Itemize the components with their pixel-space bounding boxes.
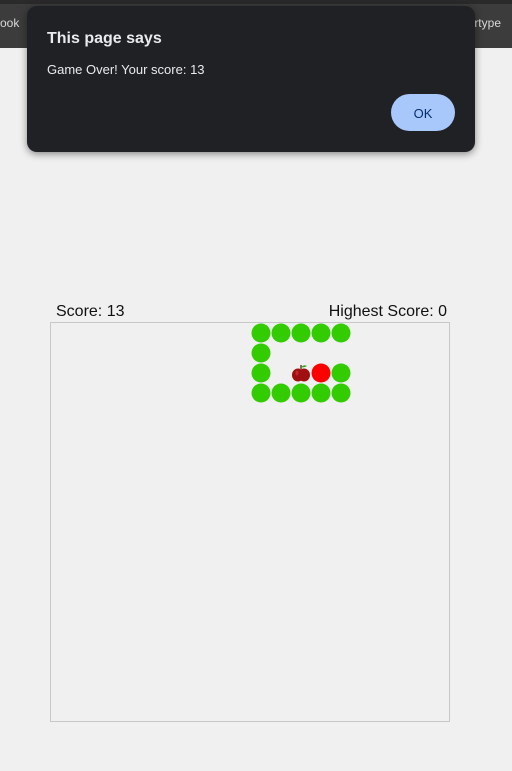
game-board[interactable] [50, 322, 450, 722]
snake-segment [251, 383, 271, 403]
snake-segment [311, 383, 331, 403]
snake-segment [291, 383, 311, 403]
dialog-message: Game Over! Your score: 13 [47, 62, 205, 77]
snake-segment [331, 363, 351, 383]
snake-segment [291, 323, 311, 343]
dialog-title: This page says [47, 30, 162, 47]
snake-segment [271, 383, 291, 403]
snake-head [311, 363, 331, 383]
highest-score-label: Highest Score: 0 [328, 303, 447, 320]
snake-segment [311, 323, 331, 343]
snake-segment [251, 343, 271, 363]
snake-segment [331, 323, 351, 343]
snake-segment [271, 323, 291, 343]
snake-segment [331, 383, 351, 403]
bookmark-item[interactable]: ook [0, 16, 19, 30]
score-label: Score: 13 [56, 303, 125, 320]
ok-button[interactable]: OK [391, 94, 455, 131]
snake-segment [251, 363, 271, 383]
apple-icon [291, 363, 311, 383]
bookmark-item[interactable]: rtype [474, 16, 501, 30]
snake-segment [251, 323, 271, 343]
alert-dialog: This page says Game Over! Your score: 13… [27, 6, 475, 152]
